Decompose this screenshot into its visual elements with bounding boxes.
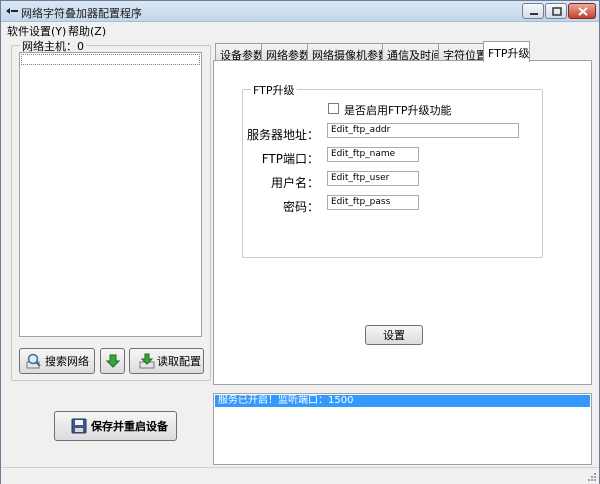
read-config-button[interactable]: 读取配置 xyxy=(129,348,204,374)
status-bar xyxy=(1,467,599,484)
set-label: 设置 xyxy=(383,329,405,342)
maximize-icon xyxy=(552,7,562,16)
tab-camera-params[interactable]: 网络摄像机参数 xyxy=(307,43,394,62)
search-network-label: 搜索网络 xyxy=(45,355,89,368)
ftp-enable-checkbox[interactable] xyxy=(328,103,339,114)
download-tray-icon xyxy=(139,353,155,369)
search-network-button[interactable]: 搜索网络 xyxy=(19,348,95,374)
title-bar[interactable]: 网络字符叠加器配置程序 xyxy=(1,1,599,22)
log-entry[interactable]: 服务已开启！监听端口：1500 xyxy=(215,395,590,407)
window-title: 网络字符叠加器配置程序 xyxy=(21,7,142,20)
host-list[interactable] xyxy=(19,52,202,337)
ftp-port-label: FTP端口： xyxy=(261,152,319,166)
host-list-focus-row[interactable] xyxy=(21,54,200,65)
server-address-input[interactable]: Edit_ftp_addr xyxy=(327,123,519,138)
menu-bar: 软件设置(Y) 帮助(Z) xyxy=(1,22,599,38)
resize-grip-icon[interactable] xyxy=(586,471,597,482)
tab-ftp-upgrade[interactable]: FTP升级 xyxy=(483,41,530,62)
ftp-port-input[interactable]: Edit_ftp_name xyxy=(327,147,419,162)
move-down-button[interactable] xyxy=(100,348,125,374)
password-label: 密码： xyxy=(282,200,319,214)
close-button[interactable] xyxy=(568,3,596,19)
minimize-icon xyxy=(530,13,538,15)
save-restart-button[interactable]: 保存并重启设备 xyxy=(54,411,177,441)
ftp-group-title: FTP升级 xyxy=(251,82,297,98)
magnifier-icon xyxy=(26,353,41,369)
minimize-button[interactable] xyxy=(522,3,544,19)
menu-software-settings[interactable]: 软件设置(Y) xyxy=(7,23,66,39)
ftp-enable-label: 是否启用FTP升级功能 xyxy=(344,104,452,117)
read-config-label: 读取配置 xyxy=(157,355,201,368)
main-window: 网络字符叠加器配置程序 软件设置(Y) 帮助(Z) 网络主机：0 搜索网络 读取… xyxy=(0,0,600,484)
floppy-disk-icon xyxy=(71,418,87,434)
set-button[interactable]: 设置 xyxy=(365,325,423,345)
username-label: 用户名： xyxy=(270,176,319,190)
menu-help[interactable]: 帮助(Z) xyxy=(68,23,106,39)
log-list[interactable]: 服务已开启！监听端口：1500 xyxy=(213,393,592,465)
save-restart-label: 保存并重启设备 xyxy=(91,420,168,433)
close-icon xyxy=(578,7,588,16)
maximize-button[interactable] xyxy=(545,3,567,19)
green-arrow-down-icon xyxy=(106,354,120,368)
server-address-label: 服务器地址： xyxy=(246,128,319,142)
app-icon xyxy=(6,8,18,14)
username-input[interactable]: Edit_ftp_user xyxy=(327,171,419,186)
password-input[interactable]: Edit_ftp_pass xyxy=(327,195,419,210)
